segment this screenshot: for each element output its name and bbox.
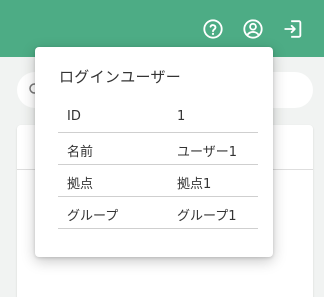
info-row-base: 拠点 拠点1 xyxy=(58,165,258,197)
help-icon[interactable] xyxy=(201,17,225,41)
logout-icon[interactable] xyxy=(281,17,305,41)
info-row-group: グループ グループ1 xyxy=(58,197,258,229)
row-label: グループ xyxy=(67,209,119,224)
account-circle-icon[interactable] xyxy=(241,17,265,41)
row-value: 1 xyxy=(177,109,186,124)
row-label: 拠点 xyxy=(67,177,94,192)
popover-title: ログインユーザー xyxy=(59,68,182,86)
info-row-name: 名前 ユーザー1 xyxy=(58,133,258,165)
row-value: グループ1 xyxy=(177,209,237,224)
row-label: 名前 xyxy=(67,145,94,160)
info-row-id: ID 1 xyxy=(58,101,258,133)
row-value: ユーザー1 xyxy=(177,145,238,160)
row-label: ID xyxy=(67,109,81,124)
login-user-popover: ログインユーザー ID 1 名前 ユーザー1 拠点 拠点1 グループ グループ1 xyxy=(35,47,273,257)
row-value: 拠点1 xyxy=(177,177,212,192)
